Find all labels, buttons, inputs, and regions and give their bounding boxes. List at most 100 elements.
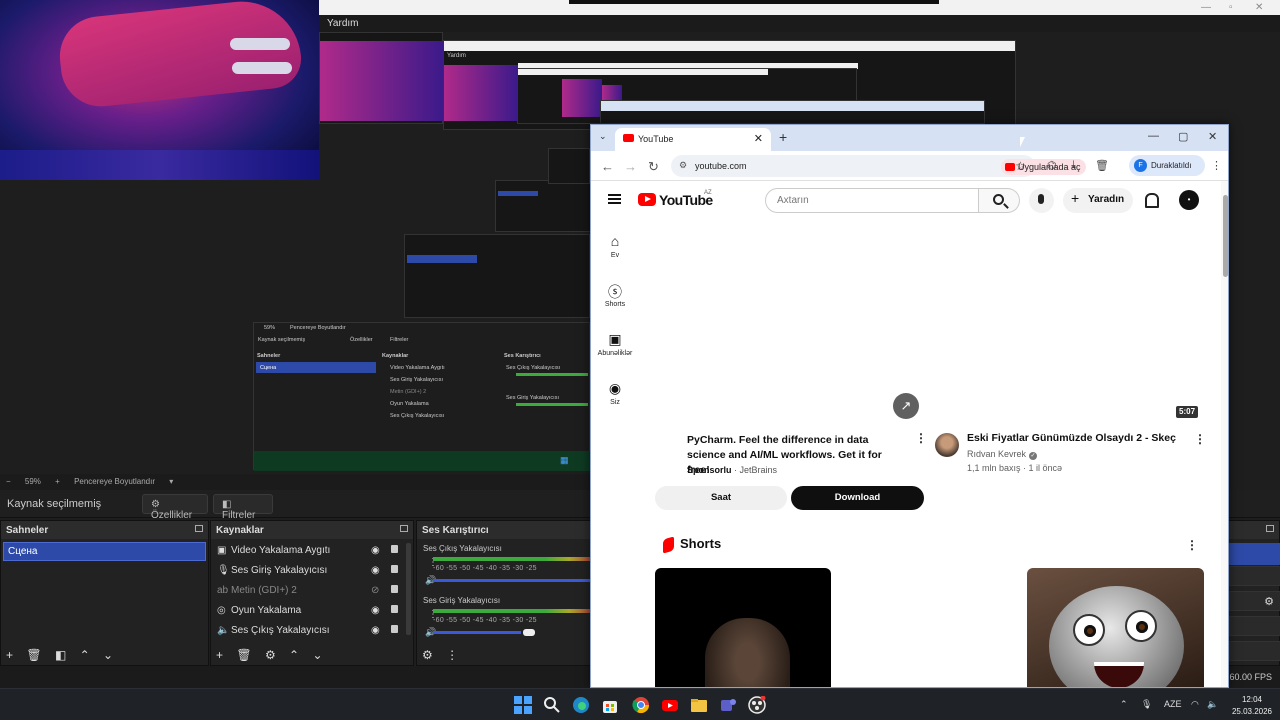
float-icon[interactable] [400,525,408,532]
properties-button[interactable]: ⚙ Özellikler [142,494,208,521]
lock-icon[interactable] [391,605,398,613]
system-clock[interactable]: 12:04 25.03.2026 [1228,694,1276,718]
lock-icon[interactable] [391,625,398,633]
page-scrollbar[interactable] [1221,181,1228,687]
close-icon[interactable]: ✕ [1255,2,1263,13]
channel-avatar[interactable] [935,433,959,457]
start-recording-button[interactable] [1229,566,1280,586]
shorts-more-icon[interactable]: ⋮ [1186,538,1198,552]
tab-search-icon[interactable]: ⌄ [599,131,607,142]
teams-icon[interactable] [719,696,737,714]
eye-icon[interactable]: ◉ [371,545,380,556]
search-input[interactable]: Axtarın [765,188,979,213]
sources-scrollbar[interactable] [406,543,411,635]
filters-button[interactable]: ◧ Filtreler [213,494,273,521]
lock-icon[interactable] [391,545,398,553]
minimize-icon[interactable]: — [1148,130,1159,142]
file-explorer-icon[interactable] [690,696,708,714]
kebab-icon[interactable]: ⋮ [446,648,458,662]
delete-icon[interactable]: 🗑 [236,648,251,662]
search-button[interactable] [979,188,1020,213]
chevron-down-icon[interactable]: ▾ [169,477,173,486]
float-icon[interactable] [1266,525,1274,532]
guide-you[interactable]: ◉ Siz [591,380,639,406]
volume-knob[interactable] [523,629,535,636]
maximize-icon[interactable]: ▫ [1229,2,1233,13]
source-row[interactable]: ◎ Oyun Yakalama ◉ [215,602,405,621]
source-row[interactable]: 🔈 Ses Çıkış Yakalayıcısı ◉ [215,622,405,641]
virtual-camera-button[interactable]: ⚙ [1229,591,1280,611]
zoom-out-button[interactable]: − [6,477,11,486]
tab-youtube[interactable]: YouTube ✕ [615,128,771,151]
settings-button[interactable] [1229,641,1280,661]
bookmark-star-icon[interactable]: ☆ [1015,159,1026,173]
language-indicator[interactable]: AZE [1164,699,1182,709]
chrome-menu-icon[interactable]: ⋮ [1211,159,1222,172]
youtube-logo[interactable]: YouTube AZ [638,190,724,208]
delete-icon[interactable]: 🗑 [26,648,41,662]
extensions-icon[interactable]: ⌬ [1047,159,1057,172]
eye-icon[interactable]: ◉ [371,565,380,576]
guide-subscriptions[interactable]: ▣ Abunəliklər [591,331,639,357]
ad-more-icon[interactable]: ⋮ [915,431,927,445]
volume-icon[interactable]: 🔈 [1207,699,1218,710]
start-streaming-button[interactable] [1229,543,1280,565]
youtube-icon[interactable] [661,696,679,714]
short-thumbnail[interactable] [655,568,831,687]
add-source-button[interactable]: + [216,648,223,662]
menu-help[interactable]: Yardım [319,15,1280,32]
filters-icon[interactable]: ◧ [55,648,66,662]
video-more-icon[interactable]: ⋮ [1194,432,1206,446]
windows-start-icon[interactable] [514,696,532,714]
minimize-icon[interactable]: — [1201,2,1211,13]
add-scene-button[interactable]: + [6,648,13,662]
omnibox[interactable]: ⚙ youtube.com Uygulamada aç [671,155,1086,177]
wifi-icon[interactable]: ◠ [1191,699,1199,710]
channel-line[interactable]: Rıdvan Kevrek ✓ [967,449,1038,460]
close-icon[interactable]: ✕ [1208,130,1217,143]
volume-slider[interactable] [433,631,521,634]
store-icon[interactable] [601,696,619,714]
ad-secondary-button[interactable]: Saat [655,486,787,510]
eye-icon[interactable]: ◉ [371,605,380,616]
resize-label[interactable]: Pencereye Boyutlandır [74,477,155,486]
download-button[interactable]: Download [791,486,924,510]
site-info-icon[interactable]: ⚙ [679,160,687,171]
move-up-icon[interactable]: ⌃ [80,648,90,662]
close-tab-icon[interactable]: ✕ [754,132,763,145]
eye-off-icon[interactable]: ⊘ [371,585,379,596]
menu-hamburger-icon[interactable] [608,194,621,204]
url-text[interactable]: youtube.com [695,161,747,171]
voice-search-icon[interactable] [1029,188,1054,213]
mic-tray-icon[interactable]: 🎙 [1141,699,1152,710]
forward-icon[interactable]: → [624,159,637,174]
profile-button[interactable]: F Duraklatıldı [1129,155,1205,176]
move-down-icon[interactable]: ⌄ [312,648,322,662]
move-up-icon[interactable]: ⌃ [289,648,299,662]
guide-home[interactable]: ⌂ Ev [591,233,639,259]
reload-icon[interactable]: ↻ [648,159,659,175]
download-icon[interactable]: ⤓ [1071,159,1076,172]
edge-icon[interactable] [572,696,590,714]
open-link-arrow-icon[interactable]: ↗ [893,393,919,419]
obs-icon[interactable] [748,695,766,714]
video-title[interactable]: Eski Fiyatlar Günümüzde Olsaydı 2 - Skeç [967,432,1187,444]
scrollbar-thumb[interactable] [1223,195,1228,277]
source-row[interactable]: 🎙 Ses Giriş Yakalayıcısı ◉ [215,562,405,581]
gear-icon[interactable]: ⚙ [1264,595,1274,608]
studio-mode-button[interactable] [1229,616,1280,636]
trash-icon[interactable]: 🗑 [1095,159,1109,172]
lock-icon[interactable] [391,565,398,573]
search-icon[interactable] [543,696,561,714]
chrome-icon[interactable] [632,696,650,714]
source-row[interactable]: ab Metin (GDI+) 2 ⊘ [215,582,405,601]
float-icon[interactable] [195,525,203,532]
new-tab-button[interactable]: + [779,129,787,145]
lock-icon[interactable] [391,585,398,593]
source-row[interactable]: ▣ Video Yakalama Aygıtı ◉ [215,542,405,561]
volume-slider[interactable] [433,579,593,582]
maximize-icon[interactable]: ▢ [1178,130,1188,143]
move-down-icon[interactable]: ⌄ [103,648,113,662]
short-thumbnail[interactable] [1027,568,1204,687]
advanced-audio-icon[interactable]: ⚙ [422,648,433,662]
